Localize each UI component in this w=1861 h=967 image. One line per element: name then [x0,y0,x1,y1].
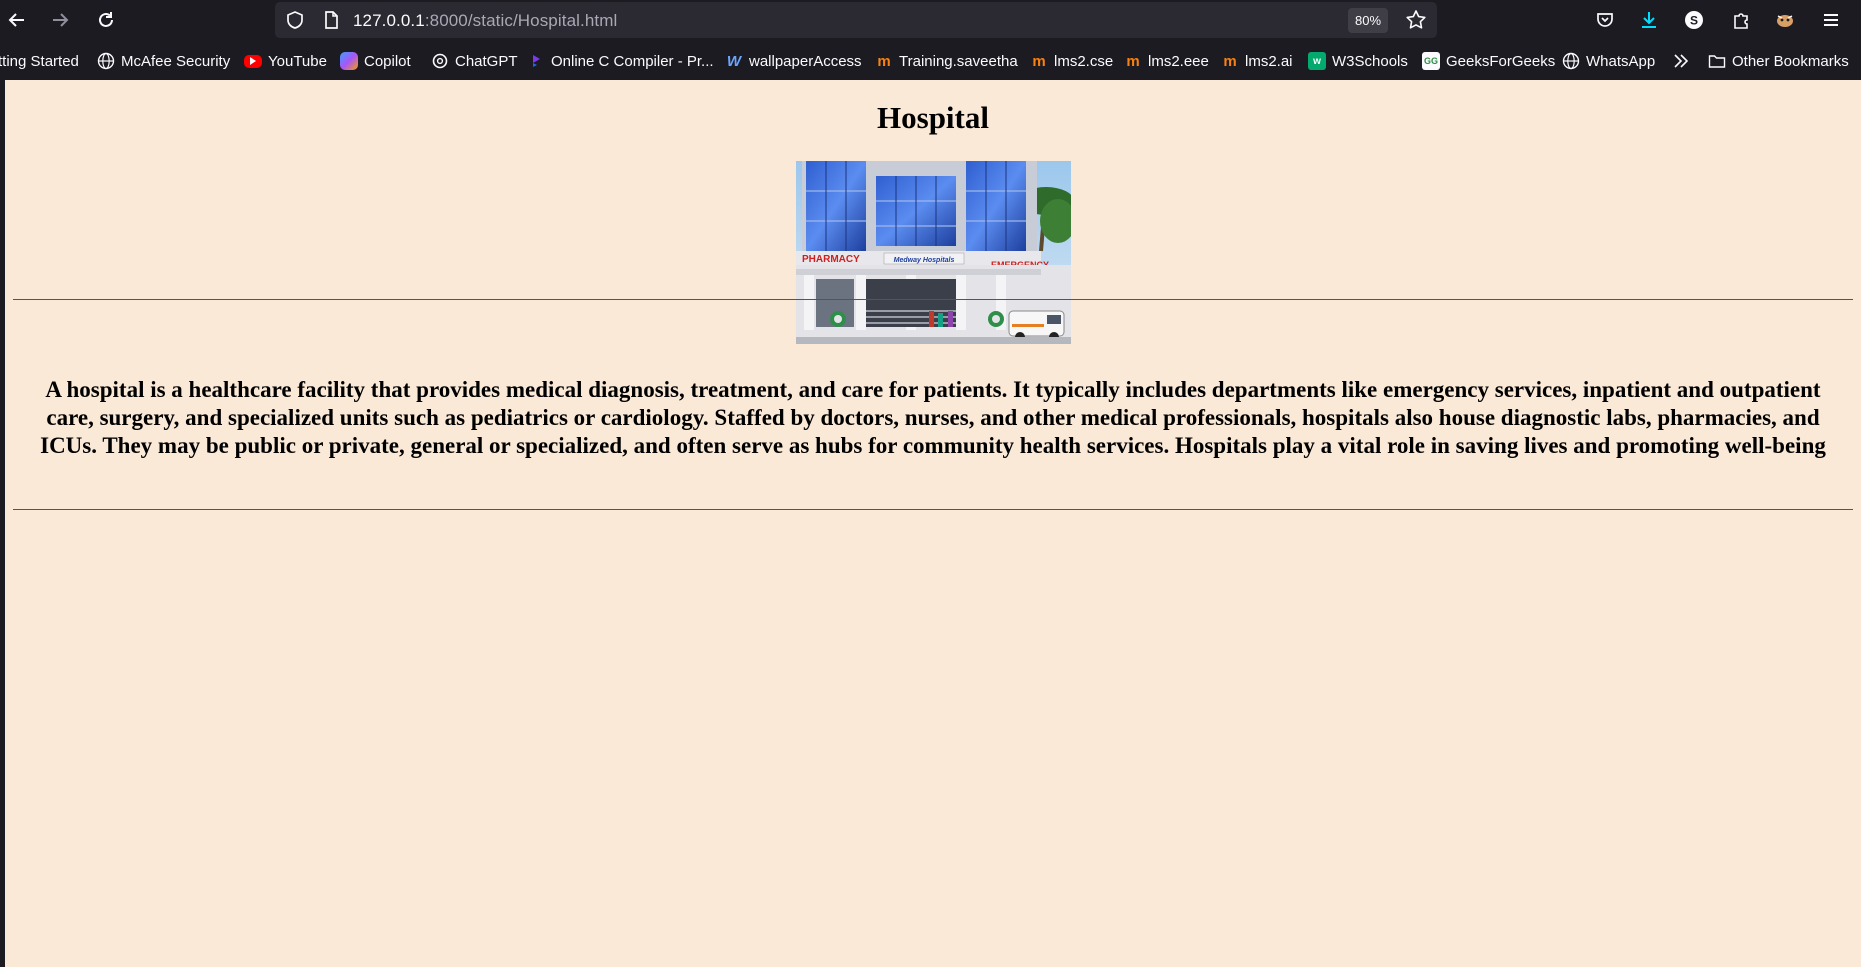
shield-icon[interactable] [285,10,305,30]
bookmark-geeksforgeeks[interactable]: GG GeeksForGeeks [1422,51,1555,71]
forward-button[interactable] [43,3,77,37]
bookmark-wallpaperaccess[interactable]: W wallpaperAccess [725,51,862,71]
bookmark-getting-started[interactable]: tting Started [0,51,79,71]
horizontal-rule-top [13,299,1853,300]
zoom-level-badge[interactable]: 80% [1348,8,1389,33]
bookmark-label: Online C Compiler - Pr... [551,52,714,70]
moodle-icon: m [1032,52,1046,70]
url-text[interactable]: 127.0.0.1:8000/static/Hospital.html [353,11,617,31]
moodle-icon: m [1223,52,1237,70]
bookmark-whatsapp[interactable]: WhatsApp [1562,51,1655,71]
youtube-icon [244,54,262,68]
bookmark-label: wallpaperAccess [749,52,862,70]
bookmark-label: Copilot [364,52,411,70]
compiler-icon [527,52,545,70]
url-bar[interactable]: 127.0.0.1:8000/static/Hospital.html 80% [275,2,1437,38]
w3schools-icon: w [1308,52,1326,70]
bookmark-lms2-eee[interactable]: m lms2.eee [1124,51,1209,71]
bookmark-label: WhatsApp [1586,52,1656,70]
bookmark-label: W3Schools [1332,52,1408,70]
bookmark-label: lms2.cse [1054,52,1114,70]
url-path: :8000/static/Hospital.html [424,11,618,30]
chevron-double-right-icon [1672,52,1690,70]
arrow-right-icon [53,13,69,27]
bookmark-label: Training.saveetha [899,52,1018,70]
account-button[interactable]: S [1677,3,1711,37]
app-menu-button[interactable] [1814,3,1848,37]
extensions-button[interactable] [1724,3,1758,37]
bookmark-label: ChatGPT [455,52,518,70]
bookmark-label: Other Bookmarks [1732,52,1849,70]
bookmark-label: lms2.eee [1148,52,1209,70]
url-host: 127.0.0.1 [353,11,425,30]
svg-text:S: S [1690,14,1698,28]
globe-icon [97,52,115,70]
downloads-button[interactable] [1632,3,1666,37]
bookmark-label: YouTube [268,52,327,70]
bookmark-lms2-cse[interactable]: m lms2.cse [1030,51,1113,71]
account-avatar-icon: S [1685,11,1703,29]
back-button[interactable] [0,3,34,37]
moodle-icon: m [877,52,891,70]
arrow-left-icon [8,13,24,27]
reload-icon [99,12,113,27]
bookmark-training-saveetha[interactable]: m Training.saveetha [875,51,1018,71]
bookmark-star-icon[interactable] [1405,9,1427,31]
moodle-icon: m [1126,52,1140,70]
bookmark-online-c-compiler[interactable]: Online C Compiler - Pr... [527,51,714,71]
hospital-name-sign: Medway Hospitals [894,257,955,264]
bookmark-mcafee[interactable]: McAfee Security [97,51,230,71]
wallpaper-icon: W [726,52,742,70]
hamburger-menu-icon [1824,14,1838,26]
bookmark-lms2-ai[interactable]: m lms2.ai [1221,51,1293,71]
browser-toolbar: 127.0.0.1:8000/static/Hospital.html 80% … [0,0,1861,40]
bookmarks-overflow-button[interactable] [1672,51,1696,71]
bookmark-w3schools[interactable]: w W3Schools [1308,51,1408,71]
horizontal-rule-bottom [13,509,1853,510]
bookmark-chatgpt[interactable]: ChatGPT [431,51,518,71]
bookmark-youtube[interactable]: YouTube [244,51,327,71]
page-info-icon[interactable] [321,10,341,30]
extension-avatar-icon [1777,15,1793,27]
chatgpt-icon [431,52,449,70]
page-title: Hospital [877,100,989,135]
gfg-icon: GG [1422,52,1440,70]
bookmark-label: McAfee Security [121,52,231,70]
bookmark-label: GeeksForGeeks [1446,52,1556,70]
copilot-icon [340,52,358,70]
bookmarks-toolbar: tting Started McAfee Security YouTube Co… [0,40,1861,80]
bookmark-copilot[interactable]: Copilot [340,51,411,71]
other-bookmarks-folder[interactable]: Other Bookmarks [1708,51,1849,71]
bookmark-label: tting Started [0,52,79,70]
page-viewport: Hospital PHARMACY Medway Hospitals E [5,80,1861,967]
puzzle-piece-icon [1734,13,1748,29]
extension-avatar-button[interactable] [1768,3,1802,37]
download-icon [1642,12,1656,28]
pharmacy-sign: PHARMACY [802,254,860,265]
pocket-icon [1597,13,1613,27]
globe-icon [1562,52,1580,70]
pocket-button[interactable] [1588,3,1622,37]
hospital-building-image: PHARMACY Medway Hospitals EMERGENCY [796,161,1071,344]
folder-icon [1708,52,1726,70]
bookmark-label: lms2.ai [1245,52,1293,70]
hospital-description: A hospital is a healthcare facility that… [40,377,1826,458]
reload-button[interactable] [89,3,123,37]
